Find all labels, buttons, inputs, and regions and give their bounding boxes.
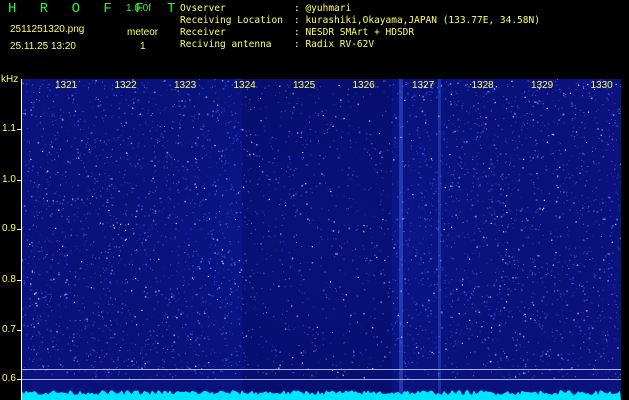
y-tick-label: 0.7 bbox=[2, 324, 16, 335]
info-value: : @yuhmari bbox=[294, 3, 352, 14]
info-key: Receiving Location bbox=[180, 15, 283, 26]
dark-band bbox=[242, 79, 392, 400]
y-tick-mark bbox=[17, 379, 21, 380]
y-tick-label: 0.9 bbox=[2, 223, 16, 234]
x-tick-label: 1323 bbox=[174, 80, 197, 91]
x-tick-label: 1322 bbox=[114, 80, 137, 91]
info-row-receiver: Receiver : NESDR SMArt + HDSDR bbox=[180, 27, 540, 39]
y-axis-unit: kHz bbox=[1, 74, 19, 85]
y-tick-mark bbox=[17, 129, 21, 130]
x-tick-label: 1327 bbox=[412, 80, 435, 91]
x-tick-label: 1330 bbox=[590, 80, 613, 91]
info-row-location: Receiving Location : kurashiki,Okayama,JA… bbox=[180, 15, 540, 27]
info-value: : NESDR SMArt + HDSDR bbox=[294, 27, 415, 38]
y-tick-label: 0.8 bbox=[2, 274, 16, 285]
info-key: Receiver bbox=[180, 27, 226, 38]
x-tick-label: 1325 bbox=[293, 80, 316, 91]
app-title: H R O F F T bbox=[8, 1, 183, 17]
y-tick-mark bbox=[17, 180, 21, 181]
info-value: : Radix RV-62V bbox=[294, 39, 375, 50]
info-value: : kurashiki,Okayama,JAPAN (133.77E, 34.5… bbox=[294, 15, 540, 26]
y-tick-mark bbox=[17, 330, 21, 331]
y-tick-label: 1.1 bbox=[2, 123, 16, 134]
info-row-observer: Ovserver : @yuhmari bbox=[180, 3, 540, 15]
info-row-antenna: Reciving antenna : Radix RV-62V bbox=[180, 39, 540, 51]
threshold-line-lower bbox=[22, 379, 621, 380]
spectrogram-canvas bbox=[22, 79, 621, 400]
x-tick-label: 1326 bbox=[352, 80, 375, 91]
y-tick-mark bbox=[17, 280, 21, 281]
info-key: Ovserver bbox=[180, 3, 226, 14]
app-version: 1.0.0f bbox=[126, 3, 152, 14]
spectrogram bbox=[22, 79, 621, 400]
x-tick-label: 1324 bbox=[233, 80, 256, 91]
x-tick-label: 1328 bbox=[471, 80, 494, 91]
threshold-line-upper bbox=[22, 369, 621, 370]
info-key: Reciving antenna bbox=[180, 39, 272, 50]
y-axis-line bbox=[21, 79, 22, 400]
meteor-label: meteor bbox=[127, 27, 159, 38]
station-info: Ovserver : @yuhmari Receiving Location : k… bbox=[180, 3, 540, 51]
meteor-count: 1 bbox=[140, 41, 146, 52]
file-timestamp: 25.11.25 13:20 bbox=[10, 41, 76, 52]
y-tick-mark bbox=[17, 229, 21, 230]
file-name: 2511251320.png bbox=[10, 24, 85, 35]
y-tick-label: 1.0 bbox=[2, 174, 16, 185]
x-tick-label: 1321 bbox=[55, 80, 78, 91]
header-panel: H R O F F T 1.0.0f 2511251320.png 25.11.… bbox=[0, 0, 629, 76]
x-tick-label: 1329 bbox=[531, 80, 554, 91]
y-tick-label: 0.6 bbox=[2, 373, 16, 384]
